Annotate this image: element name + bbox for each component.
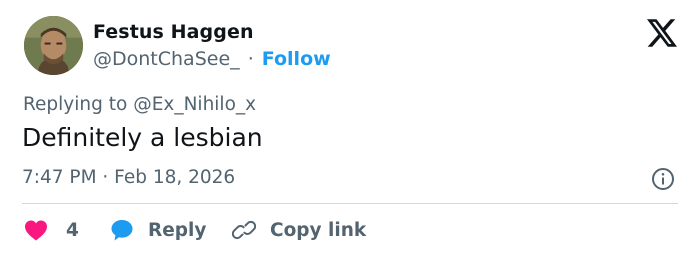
copy-link-button[interactable]: Copy link [232, 216, 366, 244]
replying-to-mention[interactable]: @Ex_Nihilo_x [133, 94, 256, 115]
speech-bubble-icon [111, 220, 133, 241]
reply-button[interactable]: Reply [110, 216, 206, 244]
avatar[interactable] [24, 16, 83, 75]
author-name[interactable]: Festus Haggen [93, 21, 254, 43]
separator: · [247, 48, 254, 70]
tweet-timestamp[interactable]: 7:47 PM · Feb 18, 2026 [22, 167, 235, 188]
avatar-photo [24, 16, 83, 75]
author-handle-row: @DontChaSee_ · Follow [93, 48, 331, 70]
like-count: 4 [66, 219, 79, 241]
heart-icon [25, 220, 47, 241]
replying-prefix: Replying to [23, 94, 128, 115]
author-handle[interactable]: @DontChaSee_ [93, 48, 240, 70]
divider [22, 203, 678, 204]
info-circle-icon[interactable] [651, 167, 675, 191]
like-button[interactable]: 4 [24, 216, 79, 244]
reply-label: Reply [148, 219, 207, 241]
replying-to-line: Replying to @Ex_Nihilo_x [23, 94, 256, 115]
copy-link-label: Copy link [270, 219, 367, 241]
x-logo-icon[interactable] [647, 19, 677, 47]
follow-button[interactable]: Follow [262, 48, 331, 70]
link-icon [232, 220, 256, 240]
tweet-text: Definitely a lesbian [22, 123, 263, 152]
